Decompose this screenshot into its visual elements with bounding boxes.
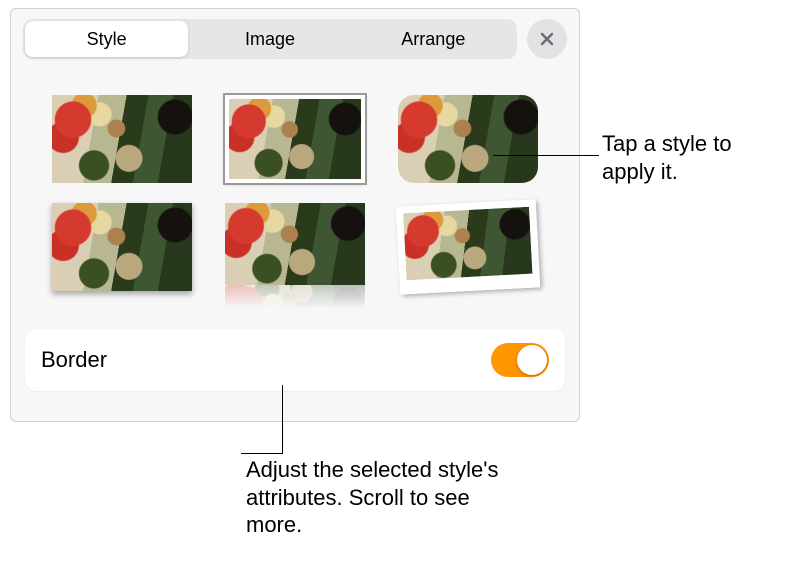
photo-preview bbox=[398, 95, 538, 183]
callout-leader bbox=[241, 453, 283, 454]
toggle-knob bbox=[517, 345, 547, 375]
callout-tap-style: Tap a style to apply it. bbox=[602, 130, 772, 185]
style-thumbnail[interactable] bbox=[52, 203, 192, 291]
callout-leader bbox=[282, 385, 283, 453]
style-grid bbox=[11, 65, 579, 323]
style-thumbnail[interactable] bbox=[52, 95, 192, 183]
tab-bar: Style Image Arrange bbox=[23, 19, 517, 59]
border-toggle[interactable] bbox=[491, 343, 549, 377]
tab-style[interactable]: Style bbox=[25, 21, 188, 57]
photo-preview bbox=[52, 95, 192, 183]
tab-arrange[interactable]: Arrange bbox=[352, 21, 515, 57]
photo-preview bbox=[52, 203, 192, 291]
close-icon bbox=[539, 31, 555, 47]
reflection bbox=[225, 285, 365, 309]
panel-header: Style Image Arrange bbox=[11, 9, 579, 65]
style-thumbnail[interactable] bbox=[225, 203, 365, 303]
photo-preview bbox=[225, 203, 365, 285]
callout-leader bbox=[493, 155, 599, 156]
photo-preview bbox=[403, 207, 532, 281]
callout-adjust: Adjust the selected style's attributes. … bbox=[246, 456, 506, 539]
tab-image[interactable]: Image bbox=[188, 21, 351, 57]
style-thumbnail[interactable] bbox=[395, 199, 539, 294]
format-panel: Style Image Arrange Bor bbox=[10, 8, 580, 422]
border-row: Border bbox=[25, 329, 565, 391]
photo-preview bbox=[229, 99, 361, 179]
border-label: Border bbox=[41, 347, 107, 373]
close-button[interactable] bbox=[527, 19, 567, 59]
style-thumbnail[interactable] bbox=[398, 95, 538, 183]
style-thumbnail[interactable] bbox=[225, 95, 365, 183]
